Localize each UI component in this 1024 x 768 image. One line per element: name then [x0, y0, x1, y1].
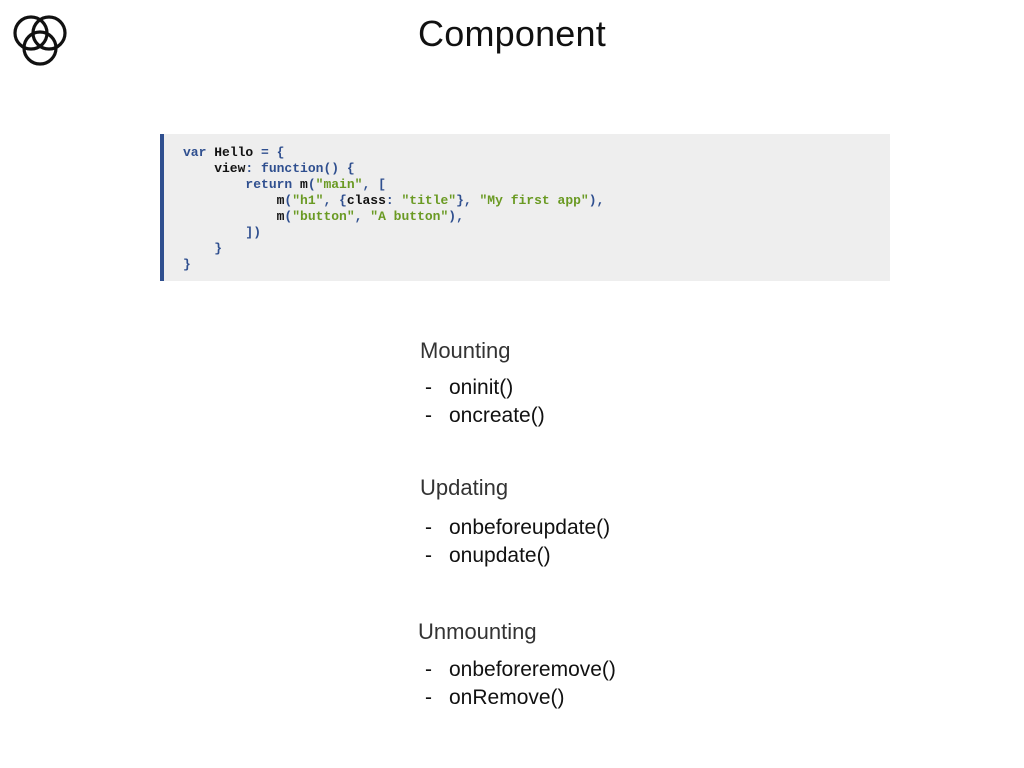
code-token: , [ [362, 177, 386, 192]
code-line: var Hello = { [183, 145, 284, 160]
code-token: ( [307, 177, 316, 192]
code-token: function [261, 161, 324, 176]
section-heading: Unmounting [418, 619, 537, 644]
code-content: var Hello = { view: function() { return … [183, 145, 890, 273]
bullet-dash: - [425, 516, 432, 539]
code-token: : [385, 193, 402, 208]
code-token: "main" [315, 177, 363, 192]
list-item: - onupdate() [420, 542, 551, 570]
list-item: - onbeforeremove() [420, 656, 616, 684]
code-token: "h1" [292, 193, 324, 208]
slide-title: Component [418, 13, 606, 54]
code-token: () { [323, 161, 355, 176]
updating-section: Updating - onbeforeupdate() - onupdate() [420, 475, 610, 570]
code-token: ), [448, 209, 464, 224]
code-token: ), [588, 193, 605, 208]
hook-name: onbeforeremove() [449, 658, 616, 681]
code-token: ]) [183, 225, 262, 240]
code-token: "A button" [370, 209, 449, 224]
bullet-dash: - [425, 544, 432, 567]
list-item: - oninit() [420, 374, 514, 402]
code-line: m("button", "A button"), [183, 209, 464, 224]
code-token: , [354, 209, 371, 224]
code-token: = { [261, 145, 285, 160]
code-token: "title" [401, 193, 457, 208]
code-line: view: function() { [183, 161, 355, 176]
mounting-hook-list: - oninit() - oncreate() [420, 374, 545, 430]
section-heading: Mounting [420, 338, 511, 363]
bullet-dash: - [425, 658, 432, 681]
code-token: m [300, 177, 308, 192]
code-token: } [183, 241, 223, 256]
code-line: ]) [183, 225, 261, 240]
bullet-dash: - [425, 404, 432, 427]
code-line: } [183, 241, 222, 256]
code-token: class [346, 193, 386, 208]
code-token: } [183, 257, 191, 272]
unmounting-hook-list: - onbeforeremove() - onRemove() [420, 656, 616, 712]
updating-hook-list: - onbeforeupdate() - onupdate() [420, 514, 610, 570]
code-token: }, [456, 193, 480, 208]
code-line: return m("main", [ [183, 177, 386, 192]
code-token: "button" [292, 209, 355, 224]
hook-name: onupdate() [449, 544, 551, 567]
mounting-section: Mounting - oninit() - oncreate() [420, 338, 545, 430]
code-token: m [183, 193, 285, 208]
hook-name: onbeforeupdate() [449, 516, 611, 539]
code-line: m("h1", {class: "title"}, "My first app"… [183, 193, 605, 208]
code-line: } [183, 257, 191, 272]
bullet-dash: - [425, 376, 432, 399]
code-token: Hello [214, 145, 262, 160]
code-token: : [245, 161, 262, 176]
code-token: m [183, 209, 285, 224]
code-token: view [183, 161, 246, 176]
hook-name: oninit() [449, 376, 514, 399]
hook-name: onRemove() [449, 686, 565, 709]
bullet-dash: - [425, 686, 432, 709]
list-item: - onbeforeupdate() [420, 514, 610, 542]
code-block: var Hello = { view: function() { return … [160, 134, 890, 281]
code-token: return [183, 177, 301, 192]
list-item: - onRemove() [420, 684, 565, 712]
list-item: - oncreate() [420, 402, 545, 430]
unmounting-section: Unmounting - onbeforeremove() - onRemove… [418, 619, 616, 712]
code-token: var [183, 145, 215, 160]
code-token: "My first app" [479, 193, 589, 208]
section-heading: Updating [420, 475, 509, 500]
code-token: , { [323, 193, 347, 208]
hook-name: oncreate() [449, 404, 545, 427]
